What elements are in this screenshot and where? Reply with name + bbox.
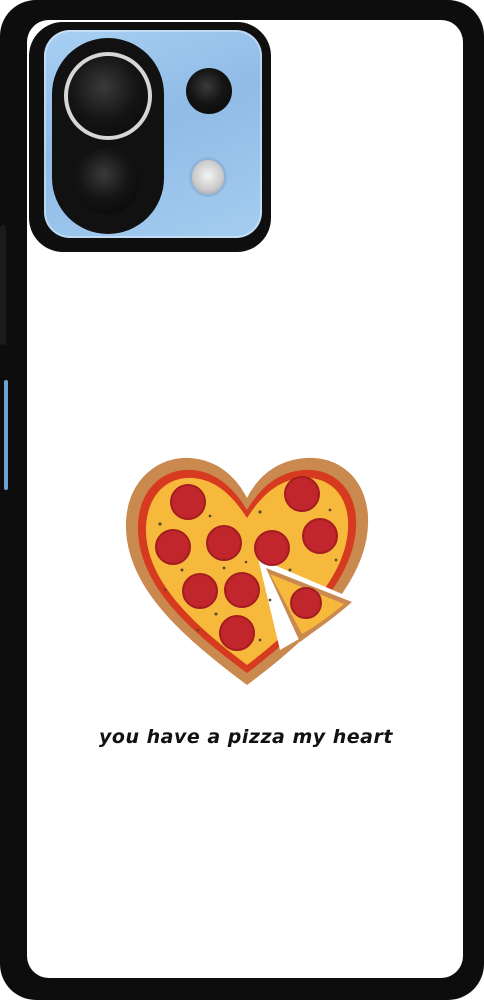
pepperoni [254,530,290,566]
pizza-heart-icon [125,457,369,685]
pepperoni [219,615,255,651]
pepperoni [206,525,242,561]
pepperoni [182,573,218,609]
product-image: you have a pizza my heart [0,0,484,1000]
side-button [0,225,6,345]
pepperoni [290,587,322,619]
secondary-lens-icon [74,148,140,214]
small-lens-icon [186,68,232,114]
pepperoni [224,572,260,608]
flash-icon [192,160,224,194]
caption-text: you have a pizza my heart [99,726,393,748]
side-accent [4,380,8,490]
pepperoni [284,476,320,512]
pepperoni [155,529,191,565]
pepperoni [170,484,206,520]
main-lens-ring [64,52,152,140]
pepperoni [302,518,338,554]
